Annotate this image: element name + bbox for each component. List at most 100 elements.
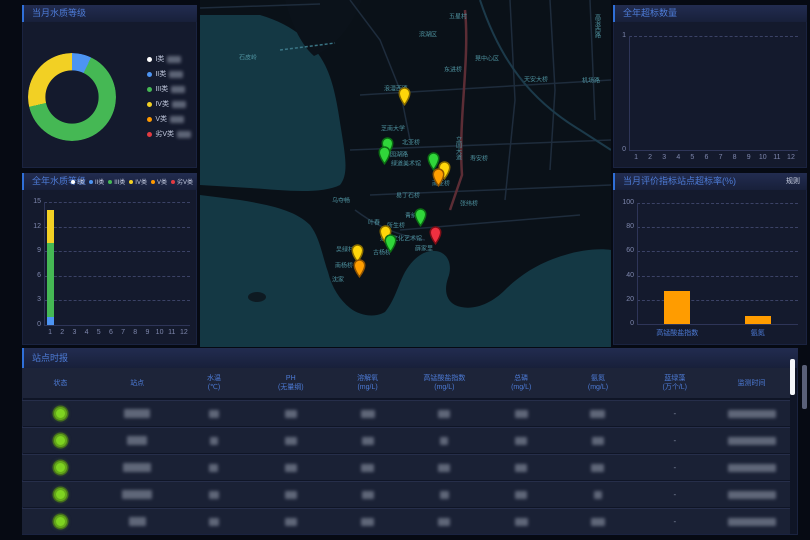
y-tick-label: 9 <box>23 247 41 254</box>
page-scrollbar-thumb[interactable] <box>802 365 807 409</box>
map-marker-pin-green[interactable] <box>384 234 397 258</box>
map-terrain <box>200 0 611 347</box>
legend-dot <box>108 180 112 184</box>
rules-link[interactable]: 规则 <box>786 173 800 190</box>
map-marker-pin-red[interactable] <box>429 226 442 250</box>
masked-cell <box>713 491 790 499</box>
map-label: 天安大桥 <box>524 75 548 84</box>
legend-value-masked <box>169 71 183 78</box>
y-tick-label: 15 <box>23 198 41 205</box>
x-tick-label: 氨氮 <box>677 328 807 338</box>
masked-cell <box>99 436 176 445</box>
masked-value <box>285 437 297 445</box>
masked-value <box>361 464 374 472</box>
masked-value <box>440 437 448 445</box>
map-marker-pin-green[interactable] <box>414 208 427 232</box>
donut-chart <box>28 53 116 141</box>
gridline <box>637 276 798 277</box>
masked-cell <box>176 518 253 526</box>
y-axis-line <box>637 203 638 324</box>
status-dot-green <box>54 515 67 528</box>
gridline <box>637 300 798 301</box>
table-row[interactable]: - <box>22 454 790 480</box>
table-row[interactable]: - <box>22 427 790 453</box>
header-cell: 高锰酸盐指数(mg/L) <box>406 374 483 392</box>
masked-cell <box>406 464 483 472</box>
exceed-count-panel: 全年超标数量 01123456789101112 <box>613 5 807 168</box>
month-grade-chart: I类II类III类IV类V类劣V类 <box>22 22 197 168</box>
panel-title: 全年超标数量 <box>613 5 807 22</box>
masked-cell <box>560 491 637 499</box>
header-cell: 状态 <box>22 379 99 388</box>
masked-value <box>438 410 450 418</box>
map-marker-pin-green[interactable] <box>378 146 391 170</box>
panel-title: 当月水质等级 <box>22 5 197 22</box>
masked-cell <box>483 437 560 445</box>
masked-cell <box>483 410 560 418</box>
table-row[interactable]: - <box>22 508 790 534</box>
masked-value <box>361 410 375 418</box>
annual-grade-panel: 全年水质等级 I类II类III类IV类V类劣V类 036912151234567… <box>22 173 197 345</box>
masked-value <box>209 464 218 472</box>
exceed-rate-panel: 当月评价指标站点超标率(%) 规则 020406080100高锰酸盐指数氨氮 <box>613 173 807 345</box>
map-marker-pin-yellow[interactable] <box>398 87 411 111</box>
legend-value-masked <box>170 116 184 123</box>
legend-dot <box>89 180 93 184</box>
x-tick-label: 12 <box>777 154 805 161</box>
legend-label: III类 <box>155 84 168 94</box>
masked-value <box>728 464 776 472</box>
header-cell: PH(无量纲) <box>252 374 329 392</box>
masked-value <box>438 518 450 526</box>
table-header: 状态站点水温(℃)PH(无量纲)溶解氧(mg/L)高锰酸盐指数(mg/L)总磷(… <box>22 368 790 398</box>
masked-value <box>515 410 528 418</box>
map-label: 立国大道 <box>454 136 463 160</box>
algae-cell: - <box>636 517 713 526</box>
bar <box>745 316 771 324</box>
legend-dot <box>147 72 152 77</box>
masked-cell <box>560 464 637 472</box>
header-line1: 氨氮 <box>560 374 637 383</box>
map-island <box>248 292 266 302</box>
y-axis-line <box>629 36 630 150</box>
station-table-panel: 站点时报 状态站点水温(℃)PH(无量纲)溶解氧(mg/L)高锰酸盐指数(mg/… <box>22 348 798 535</box>
pin-icon <box>414 208 427 227</box>
header-line1: PH <box>252 374 329 383</box>
masked-value <box>127 436 147 445</box>
masked-value <box>285 464 297 472</box>
masked-cell <box>406 410 483 418</box>
gridline <box>629 36 798 37</box>
masked-cell <box>329 518 406 526</box>
map-marker-pin-orange[interactable] <box>432 168 445 192</box>
exceed-rate-chart: 020406080100高锰酸盐指数氨氮 <box>613 190 807 345</box>
legend-dot <box>147 57 152 62</box>
masked-cell <box>560 437 637 445</box>
algae-cell: - <box>636 409 713 418</box>
masked-value <box>728 437 776 445</box>
y-tick-label: 0 <box>616 320 634 327</box>
header-line2: (万个/L) <box>636 383 713 392</box>
legend-item: III类 <box>108 177 125 186</box>
masked-value <box>515 464 527 472</box>
stations-map[interactable]: 石皮岭浪漫西路滨湖区五星村高浪西路东进桥晃中心区天安大桥机场路芝南大学北亚桥园湖… <box>200 0 611 347</box>
legend-item: 劣V类 <box>171 177 193 186</box>
y-tick-label: 40 <box>616 272 634 279</box>
legend-value-masked <box>171 86 185 93</box>
header-line2: (mg/L) <box>560 383 637 392</box>
map-label: 芝南大学 <box>381 124 405 133</box>
map-marker-pin-orange[interactable] <box>353 259 366 283</box>
table-row[interactable]: - <box>22 400 790 426</box>
header-line2: (mg/L) <box>483 383 560 392</box>
header-line1: 站点 <box>99 379 176 388</box>
legend-dot <box>129 180 133 184</box>
table-scrollbar-thumb[interactable] <box>790 359 795 395</box>
map-label: 高浪西路 <box>593 14 602 38</box>
masked-cell <box>560 518 637 526</box>
y-tick-label: 0 <box>613 146 626 153</box>
masked-cell <box>99 409 176 418</box>
masked-cell <box>483 491 560 499</box>
masked-value <box>209 410 219 418</box>
masked-cell <box>713 518 790 526</box>
pin-icon <box>384 234 397 253</box>
masked-cell <box>483 518 560 526</box>
table-row[interactable]: - <box>22 481 790 507</box>
